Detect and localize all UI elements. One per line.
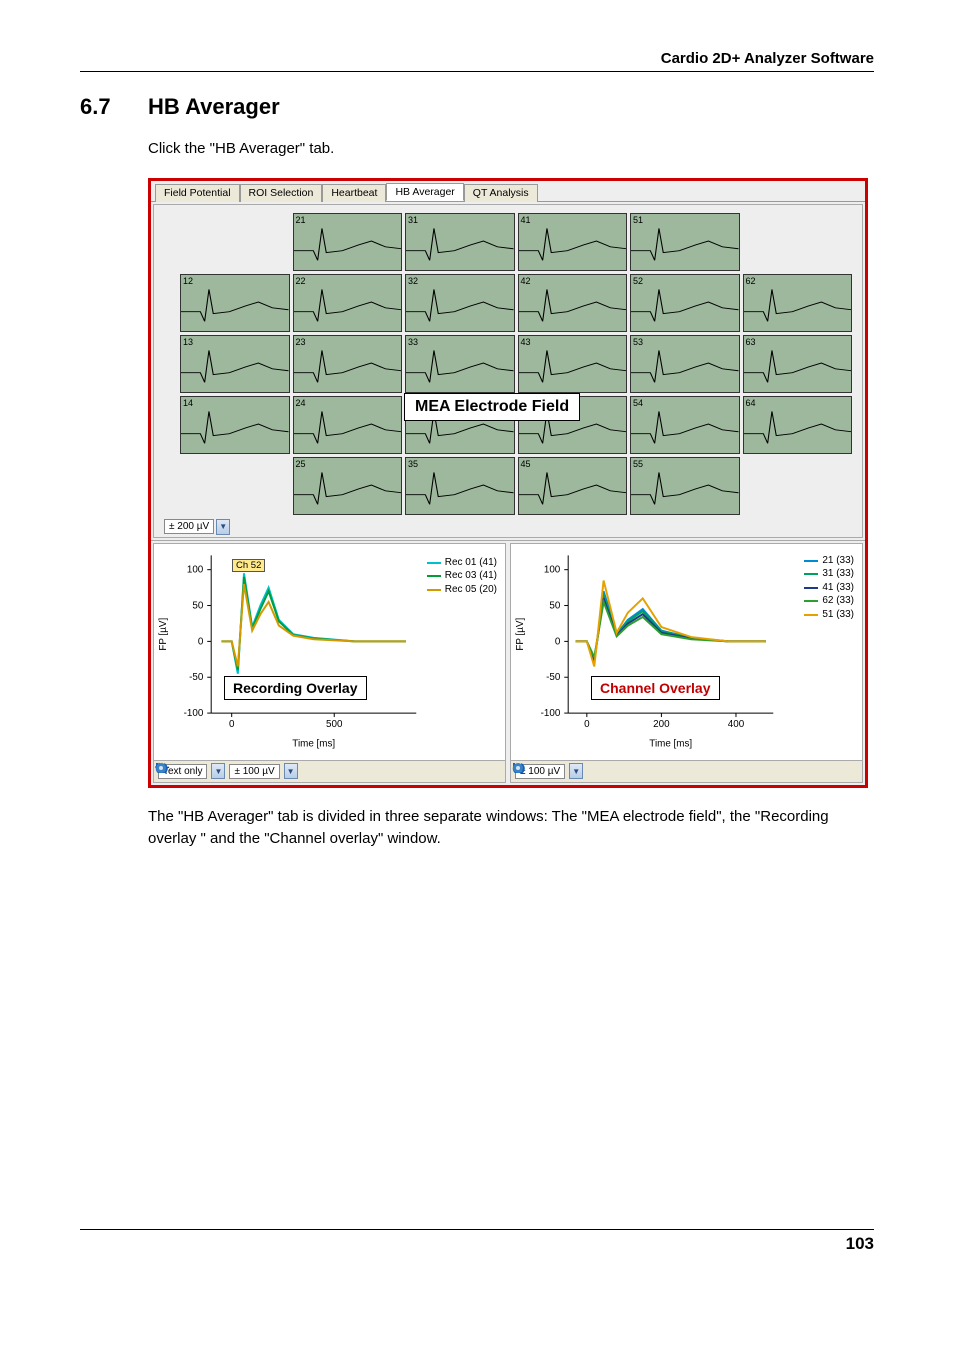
mea-yscale-readout: ± 200 µV	[164, 519, 214, 534]
svg-text:400: 400	[728, 719, 745, 730]
mea-electrode-field: MEA Electrode Field 21314151 122232425262…	[153, 204, 863, 538]
undo-icon[interactable]	[322, 763, 338, 779]
left-toolbar: Text only ▼ ± 100 µV ▼	[154, 760, 505, 782]
svg-text:0: 0	[198, 636, 204, 647]
electrode-cell-31[interactable]: 31	[405, 213, 515, 271]
svg-text:-50: -50	[546, 672, 561, 683]
electrode-cell-22[interactable]: 22	[293, 274, 403, 332]
electrode-cell-55[interactable]: 55	[630, 457, 740, 515]
mea-yscale-dropdown[interactable]: ▼	[216, 519, 230, 535]
recording-overlay-panel: 100500-50-1000500Time [ms]FP [µV] Record…	[153, 543, 506, 783]
electrode-cell-51[interactable]: 51	[630, 213, 740, 271]
svg-text:100: 100	[544, 564, 561, 575]
right-yscale-dropdown[interactable]: ▼	[569, 763, 583, 779]
svg-text:Time [ms]: Time [ms]	[292, 738, 335, 749]
svg-text:-100: -100	[541, 708, 561, 719]
tab-roi-selection[interactable]: ROI Selection	[240, 184, 323, 202]
electrode-cell-45[interactable]: 45	[518, 457, 628, 515]
channel-overlay-label: Channel Overlay	[591, 676, 720, 700]
recording-overlay-label: Recording Overlay	[224, 676, 367, 700]
outro-paragraph: The "HB Averager" tab is divided in thre…	[148, 806, 874, 850]
svg-text:-100: -100	[184, 708, 204, 719]
running-header: Cardio 2D+ Analyzer Software	[80, 50, 874, 67]
electrode-cell-43[interactable]: 43	[518, 335, 628, 393]
right-toolbar: ± 100 µV ▼	[511, 760, 862, 782]
electrode-cell-53[interactable]: 53	[630, 335, 740, 393]
intro-paragraph: Click the "HB Averager" tab.	[148, 138, 874, 160]
electrode-cell-23[interactable]: 23	[293, 335, 403, 393]
electrode-cell-12[interactable]: 12	[180, 274, 290, 332]
electrode-cell-13[interactable]: 13	[180, 335, 290, 393]
svg-text:500: 500	[326, 719, 343, 730]
electrode-cell-33[interactable]: 33	[405, 335, 515, 393]
electrode-cell-21[interactable]: 21	[293, 213, 403, 271]
electrode-cell-64[interactable]: 64	[743, 396, 853, 454]
undo-icon[interactable]	[587, 763, 603, 779]
section-number: 6.7	[80, 94, 128, 120]
electrode-cell-52[interactable]: 52	[630, 274, 740, 332]
left-yscale-dropdown[interactable]: ▼	[284, 763, 298, 779]
electrode-cell-14[interactable]: 14	[180, 396, 290, 454]
channel-overlay-panel: 100 50 0 -50 -100 0 200 400 Time [ms] FP [µV] Cha…	[510, 543, 863, 783]
electrode-cell-63[interactable]: 63	[743, 335, 853, 393]
header-rule	[80, 71, 874, 72]
tab-heartbeat[interactable]: Heartbeat	[322, 184, 386, 202]
electrode-cell-32[interactable]: 32	[405, 274, 515, 332]
section-title: HB Averager	[148, 94, 280, 120]
channel-badge: Ch 52	[232, 559, 265, 572]
svg-text:0: 0	[229, 719, 235, 730]
settings-gear-icon[interactable]	[342, 763, 358, 779]
footer-rule	[80, 1229, 874, 1230]
settings-gear-icon[interactable]	[607, 763, 623, 779]
recording-overlay-legend: Rec 01 (41)Rec 03 (41)Rec 05 (20)	[427, 556, 497, 597]
svg-text:0: 0	[584, 719, 590, 730]
svg-text:FP [µV]: FP [µV]	[515, 617, 526, 650]
tab-field-potential[interactable]: Field Potential	[155, 184, 240, 202]
electrode-cell-24[interactable]: 24	[293, 396, 403, 454]
svg-text:-50: -50	[189, 672, 204, 683]
page-number: 103	[80, 1234, 874, 1254]
tab-qt-analysis[interactable]: QT Analysis	[464, 184, 538, 202]
app-screenshot: Field Potential ROI Selection Heartbeat …	[148, 178, 868, 788]
mea-callout-label: MEA Electrode Field	[404, 393, 580, 421]
svg-text:50: 50	[549, 600, 560, 611]
electrode-cell-54[interactable]: 54	[630, 396, 740, 454]
tab-strip: Field Potential ROI Selection Heartbeat …	[151, 181, 865, 201]
electrode-cell-42[interactable]: 42	[518, 274, 628, 332]
left-yscale-readout: ± 100 µV	[229, 764, 279, 779]
svg-text:FP [µV]: FP [µV]	[158, 617, 169, 650]
electrode-cell-25[interactable]: 25	[293, 457, 403, 515]
svg-text:50: 50	[192, 600, 203, 611]
svg-text:200: 200	[653, 719, 670, 730]
left-mode-dropdown[interactable]: ▼	[211, 763, 225, 779]
electrode-cell-41[interactable]: 41	[518, 213, 628, 271]
tab-hb-averager[interactable]: HB Averager	[386, 183, 463, 201]
electrode-cell-35[interactable]: 35	[405, 457, 515, 515]
svg-text:Time [ms]: Time [ms]	[649, 738, 692, 749]
svg-text:100: 100	[187, 564, 204, 575]
svg-text:0: 0	[555, 636, 561, 647]
channel-overlay-legend: 21 (33)31 (33)41 (33)62 (33)51 (33)	[804, 554, 854, 622]
waveform-icon[interactable]	[302, 763, 318, 779]
electrode-cell-62[interactable]: 62	[743, 274, 853, 332]
